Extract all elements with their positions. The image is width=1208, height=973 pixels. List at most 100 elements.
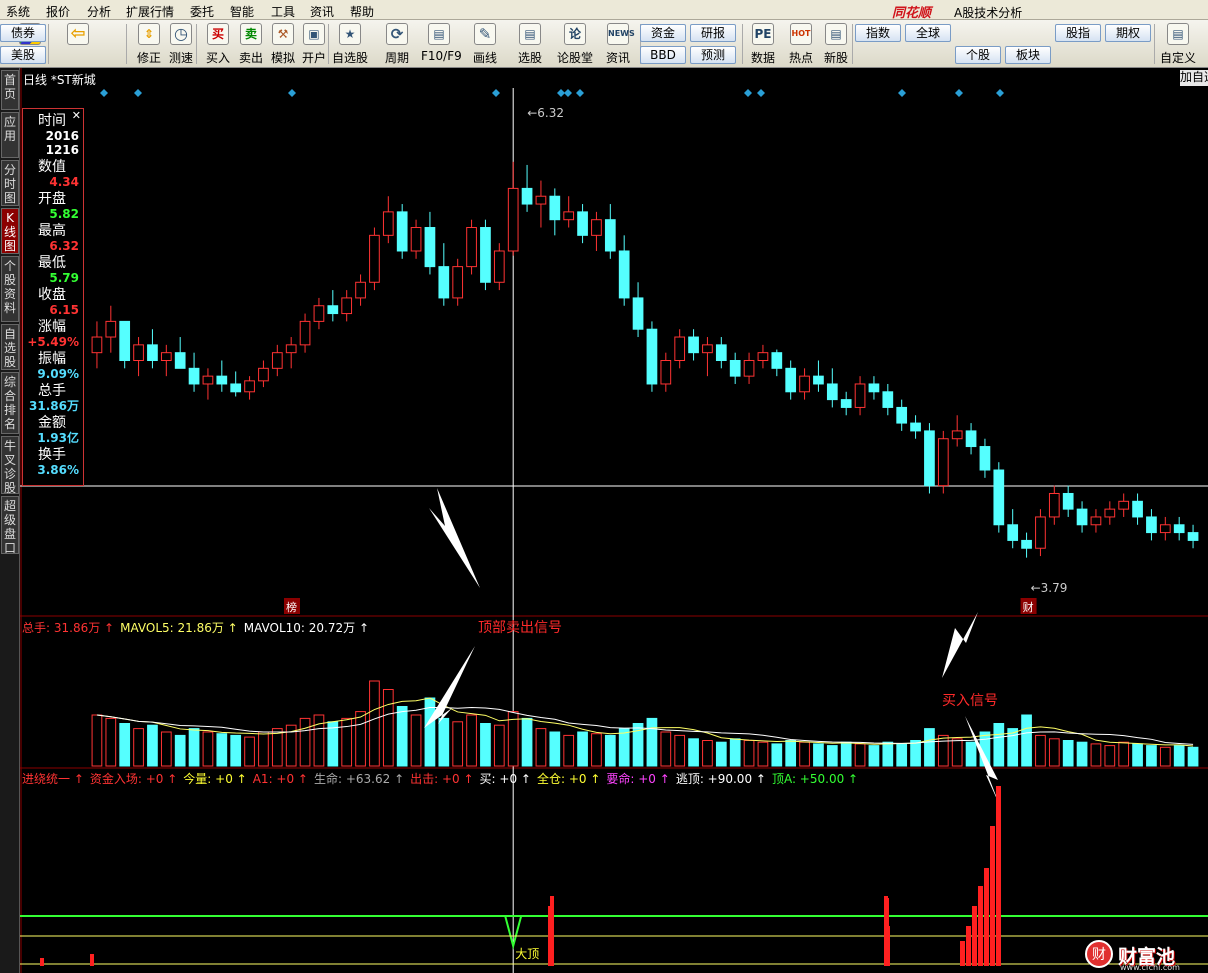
volume-bar <box>757 741 769 767</box>
quick-button-BBD[interactable]: BBD <box>640 46 686 64</box>
toolbar-cycle-button[interactable]: ⟳ 周期 <box>379 23 415 67</box>
candle-body <box>965 430 977 448</box>
indicator-value: 资金入场: +0 ↑ <box>89 772 178 786</box>
volume-bar <box>1076 741 1088 767</box>
monitor-icon: ▤ <box>519 23 541 45</box>
toolbar-back-arrow-button[interactable]: ⇦ <box>58 23 98 67</box>
toolbar-sell-button[interactable]: 卖卖出 <box>233 23 269 67</box>
menu-bar: 系统 报价 分析 扩展行情 委托 智能 工具 资讯 帮助 <box>0 0 1208 20</box>
left-tab-8[interactable]: 超 级 盘 口 <box>1 496 19 555</box>
info-label: 收盘 <box>38 287 66 303</box>
toolbar-label: 选股 <box>517 51 542 65</box>
toolbar-buy-button[interactable]: 买买入 <box>200 23 236 67</box>
toolbar-star-button[interactable]: ★ 自选股 <box>332 23 368 67</box>
toolbar-newstock-button[interactable]: ▤ 新股 <box>818 23 854 67</box>
chart-canvas[interactable]: ←6.32←3.79榜 财大顶 <box>20 68 1208 973</box>
quick-button-研报[interactable]: 研报 <box>690 24 736 42</box>
info-value: 5.82 <box>49 207 79 221</box>
quick-button-资金[interactable]: 资金 <box>640 24 686 42</box>
volume-bar <box>91 714 103 767</box>
kline-chart-area[interactable]: ←6.32←3.79榜财大顶 日线 *ST新城 加自选 ✕ 时间2016 121… <box>20 68 1208 973</box>
info-value: 1.93亿 <box>37 431 79 445</box>
left-tab-2[interactable]: 分 时 图 <box>1 160 19 206</box>
event-diamond-icon <box>557 89 565 97</box>
volume-bar <box>216 733 228 767</box>
candle-body <box>369 234 380 283</box>
menu-4[interactable]: 委托 <box>190 3 214 20</box>
toolbar-lock-button[interactable]: ▣ 开户 <box>296 23 332 67</box>
toolbar-custom-button[interactable]: ▤ 自定义 <box>1160 23 1196 67</box>
add-to-watchlist-button[interactable]: 加自选 <box>1180 70 1208 86</box>
left-tab-6[interactable]: 综 合 排 名 <box>1 372 19 434</box>
candle-body <box>979 446 991 471</box>
volume-bar <box>951 738 963 767</box>
info-value: 2016 1216 <box>45 129 79 157</box>
event-diamond-icon <box>898 89 906 97</box>
sell-icon: 卖 <box>240 23 262 45</box>
watermark-url: www.cfchi.com <box>1120 963 1180 972</box>
custom-indicator-row: 进绕统一 ↑ 资金入场: +0 ↑ 今量: +0 ↑ A1: +0 ↑ 生命: +63.… <box>22 770 864 787</box>
toolbar-separator <box>196 24 197 64</box>
left-tab-1[interactable]: 应 用 <box>1 112 19 158</box>
candle-body <box>258 367 269 382</box>
menu-3[interactable]: 扩展行情 <box>126 3 174 20</box>
volume-bar <box>924 728 935 767</box>
left-tab-3[interactable]: K 线 图 <box>1 208 19 254</box>
toolbar-adjust-button[interactable]: ⇕ 修正 <box>131 23 167 67</box>
candle-body <box>688 336 699 354</box>
toolbar-label: 新股 <box>823 51 848 65</box>
indicator-value: 总手: 31.86万 ↑ <box>22 621 115 635</box>
info-label: 时间 <box>38 113 66 129</box>
candle-body <box>868 383 880 393</box>
info-label: 最高 <box>38 223 66 239</box>
quick-button-预测[interactable]: 预测 <box>690 46 736 64</box>
menu-0[interactable]: 系统 <box>6 3 30 20</box>
volume-bar <box>299 717 311 767</box>
svg-text:财: 财 <box>1092 947 1106 963</box>
indicator-value: 要命: +0 ↑ <box>606 772 670 786</box>
toolbar-clock-button[interactable]: ◷ 测速 <box>163 23 199 67</box>
indicator-value: 出击: +0 ↑ <box>410 772 474 786</box>
left-tab-0[interactable]: 首 页 <box>1 70 19 110</box>
candle-body <box>702 344 713 354</box>
quick-button-个股[interactable]: 个股 <box>955 46 1001 64</box>
info-value: +5.49% <box>27 335 79 349</box>
quick-button-板块[interactable]: 板块 <box>1005 46 1051 64</box>
toolbar-news-button[interactable]: NEWS 资讯 <box>600 23 636 67</box>
menu-6[interactable]: 工具 <box>271 3 295 20</box>
volume-bar <box>1159 746 1171 767</box>
left-tab-4[interactable]: 个 股 资 料 <box>1 256 19 322</box>
menu-1[interactable]: 报价 <box>46 3 70 20</box>
toolbar-monitor-button[interactable]: ▤ 选股 <box>512 23 548 67</box>
menu-5[interactable]: 智能 <box>230 3 254 20</box>
toolbar-pencil-button[interactable]: ✎ 画线 <box>467 23 503 67</box>
left-tab-7[interactable]: 牛 叉 诊 股 <box>1 436 19 495</box>
menu-2[interactable]: 分析 <box>87 3 111 20</box>
left-tab-5[interactable]: 自 选 股 <box>1 324 19 370</box>
quick-button-指数[interactable]: 指数 <box>855 24 901 42</box>
quick-button-美股[interactable]: 美股 <box>0 46 46 64</box>
candle-body <box>1146 516 1157 534</box>
toolbar-f10-button[interactable]: ▤ F10/F9 <box>421 23 462 67</box>
volume-bar <box>244 736 255 767</box>
quick-button-期权[interactable]: 期权 <box>1105 24 1151 42</box>
toolbar-forum-button[interactable]: 论论股堂 <box>557 23 593 67</box>
candle-body <box>674 336 686 361</box>
quick-button-股指[interactable]: 股指 <box>1055 24 1101 42</box>
volume-bar <box>771 743 783 767</box>
toolbar-pe-button[interactable]: PE 数据 <box>745 23 781 67</box>
toolbar-hot-button[interactable]: HOT 热点 <box>783 23 819 67</box>
candle-body <box>521 187 533 205</box>
candle-body <box>160 352 172 362</box>
volume-bar <box>1118 741 1130 767</box>
menu-7[interactable]: 资讯 <box>310 3 334 20</box>
event-diamond-icon <box>564 89 572 97</box>
menu-8[interactable]: 帮助 <box>350 3 374 20</box>
toolbar-separator <box>48 24 49 64</box>
volume-bar <box>937 734 949 767</box>
quick-button-债券[interactable]: 债券 <box>0 24 46 42</box>
event-diamond-icon <box>955 89 963 97</box>
candle-body <box>299 320 311 346</box>
quick-button-全球[interactable]: 全球 <box>905 24 951 42</box>
info-value: 4.34 <box>49 175 79 189</box>
